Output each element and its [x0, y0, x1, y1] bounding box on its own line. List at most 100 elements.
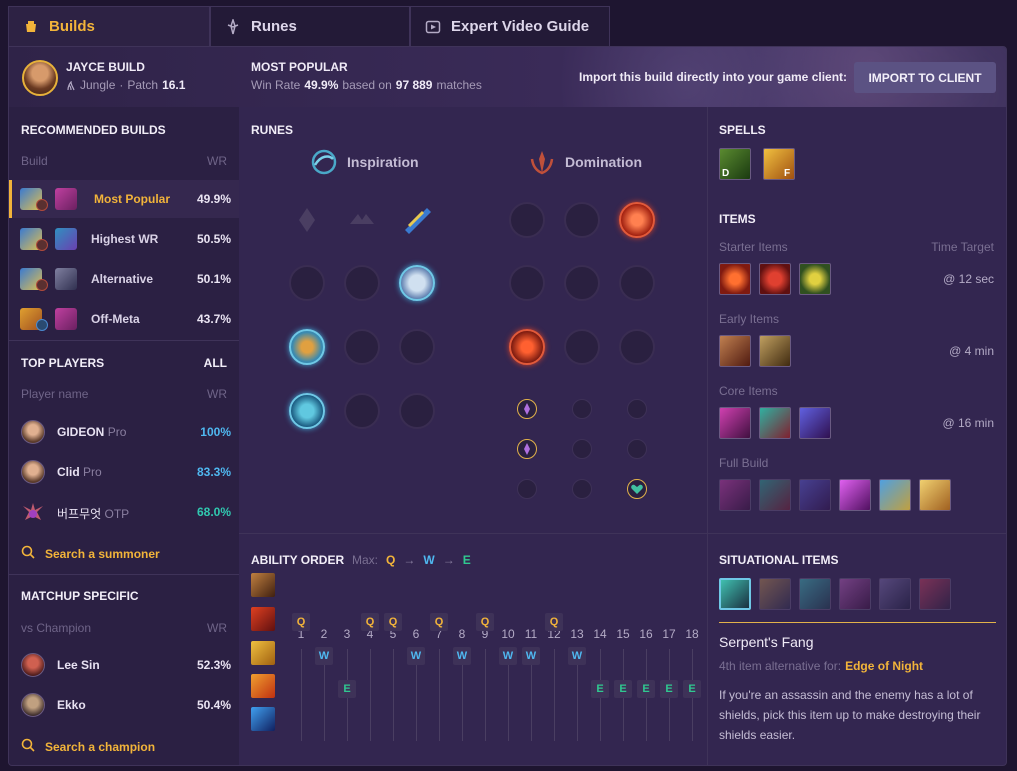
item-icon[interactable]	[879, 578, 911, 610]
player-row[interactable]: GIDEON Pro 100%	[9, 412, 239, 452]
shard-health-icon[interactable]	[517, 479, 537, 499]
domination-icon	[527, 147, 557, 177]
rune-option[interactable]	[344, 393, 380, 429]
item-icon[interactable]	[759, 407, 791, 439]
item-icon[interactable]	[919, 479, 951, 511]
rune-option[interactable]	[344, 329, 380, 365]
rune-keystone-selected[interactable]	[399, 202, 435, 238]
search-summoner-link[interactable]: Search a summoner	[21, 545, 160, 562]
rune-option[interactable]	[509, 202, 545, 238]
rune-selected[interactable]	[289, 329, 325, 365]
item-icon[interactable]	[719, 263, 751, 295]
rune-option[interactable]	[564, 202, 600, 238]
rune-option[interactable]	[344, 265, 380, 301]
build-row-most-popular[interactable]: Most Popular 49.9%	[9, 180, 239, 218]
top-players-title: TOP PLAYERS	[21, 356, 105, 370]
item-icon[interactable]	[759, 263, 791, 295]
rune-keystone-option[interactable]	[289, 202, 325, 238]
player-wr: 100%	[200, 425, 231, 439]
rune-option[interactable]	[509, 265, 545, 301]
shard-health-scaling-icon[interactable]	[627, 439, 647, 459]
build-title: JAYCE BUILD	[66, 60, 145, 74]
starter-time: @ 12 sec	[943, 272, 994, 286]
rune-option[interactable]	[564, 329, 600, 365]
shard-tenacity-icon[interactable]	[572, 479, 592, 499]
rune-selected[interactable]	[399, 265, 435, 301]
import-to-client-button[interactable]: IMPORT TO CLIENT	[854, 62, 996, 93]
rune-keystone-option[interactable]	[344, 202, 380, 238]
item-icon[interactable]	[799, 578, 831, 610]
q-skill-point: Q	[292, 613, 310, 631]
q-skill-point: Q	[476, 613, 494, 631]
tab-builds[interactable]: Builds	[8, 6, 210, 46]
player-name-text: GIDEON	[57, 425, 105, 439]
player-name: Clid Pro	[57, 465, 102, 479]
rune-option[interactable]	[399, 393, 435, 429]
item-icon[interactable]	[799, 407, 831, 439]
col-wr: WR	[207, 154, 227, 168]
shard-adaptive-icon[interactable]	[517, 399, 537, 419]
shard-health-scaling-icon[interactable]	[627, 479, 647, 499]
max-e: E	[462, 553, 471, 567]
item-serpents-fang-icon[interactable]	[719, 578, 751, 610]
rune-selected[interactable]	[509, 329, 545, 365]
based-on-label: based on	[342, 78, 392, 92]
matchup-row[interactable]: Lee Sin 52.3%	[9, 645, 239, 685]
rune-option[interactable]	[619, 329, 655, 365]
rune-option[interactable]	[619, 265, 655, 301]
top-players-all-link[interactable]: ALL	[204, 356, 227, 370]
tab-video-guide[interactable]: Expert Video Guide	[410, 6, 610, 46]
item-icon[interactable]	[719, 479, 751, 511]
runes-icon	[225, 18, 241, 35]
level-number: 2	[320, 627, 328, 641]
w-skill-point: W	[568, 647, 586, 665]
situational-item-name: Serpent's Fang	[719, 634, 814, 650]
player-wr: 68.0%	[196, 505, 231, 519]
player-name: GIDEON Pro	[57, 425, 126, 439]
rune-option[interactable]	[289, 265, 325, 301]
build-row-highest-wr[interactable]: Highest WR 50.5%	[9, 220, 239, 258]
item-icon[interactable]	[719, 407, 751, 439]
role-label: Jungle	[80, 78, 116, 92]
inspiration-icon	[309, 147, 339, 177]
shard-adaptive-icon[interactable]	[517, 439, 537, 459]
spell-smite-icon[interactable]: D	[719, 148, 751, 180]
matches-label: matches	[436, 78, 482, 92]
popular-title: MOST POPULAR	[251, 60, 348, 74]
item-icon[interactable]	[839, 479, 871, 511]
shard-haste-icon[interactable]	[627, 399, 647, 419]
build-row-off-meta[interactable]: Off-Meta 43.7%	[9, 300, 239, 338]
rune-selected[interactable]	[289, 393, 325, 429]
item-icon[interactable]	[799, 479, 831, 511]
col-matchup-wr: WR	[207, 621, 227, 635]
item-icon[interactable]	[759, 578, 791, 610]
search-champion-link[interactable]: Search a champion	[21, 738, 155, 755]
rune-option[interactable]	[399, 329, 435, 365]
item-icon[interactable]	[719, 335, 751, 367]
spell-flash-icon[interactable]: F	[763, 148, 795, 180]
item-icon[interactable]	[919, 578, 951, 610]
secondary-rune-icon	[36, 319, 48, 331]
player-row[interactable]: 버프무엇 OTP 68.0%	[9, 492, 239, 532]
rune-selected[interactable]	[619, 202, 655, 238]
search-champion-label: Search a champion	[45, 739, 156, 754]
build-panel: JAYCE BUILD Jungle · Patch 16.1 MOST POP…	[8, 46, 1007, 766]
shard-attack-speed-icon[interactable]	[572, 399, 592, 419]
item-icon[interactable]	[799, 263, 831, 295]
max-label: Max:	[352, 553, 379, 567]
tab-runes[interactable]: Runes	[210, 6, 410, 46]
shard-move-speed-icon[interactable]	[572, 439, 592, 459]
matchup-row[interactable]: Ekko 50.4%	[9, 685, 239, 725]
build-name: Most Popular	[94, 192, 171, 206]
player-row[interactable]: Clid Pro 83.3%	[9, 452, 239, 492]
level-number: 16	[639, 627, 653, 641]
item-icon[interactable]	[759, 479, 791, 511]
build-wr: 50.5%	[196, 232, 231, 246]
item-icon[interactable]	[839, 578, 871, 610]
item-icon[interactable]	[879, 479, 911, 511]
rune-option[interactable]	[564, 265, 600, 301]
item-icon[interactable]	[759, 335, 791, 367]
build-row-alternative[interactable]: Alternative 50.1%	[9, 260, 239, 298]
e-ability-icon	[251, 674, 275, 698]
max-q: Q	[386, 553, 396, 567]
